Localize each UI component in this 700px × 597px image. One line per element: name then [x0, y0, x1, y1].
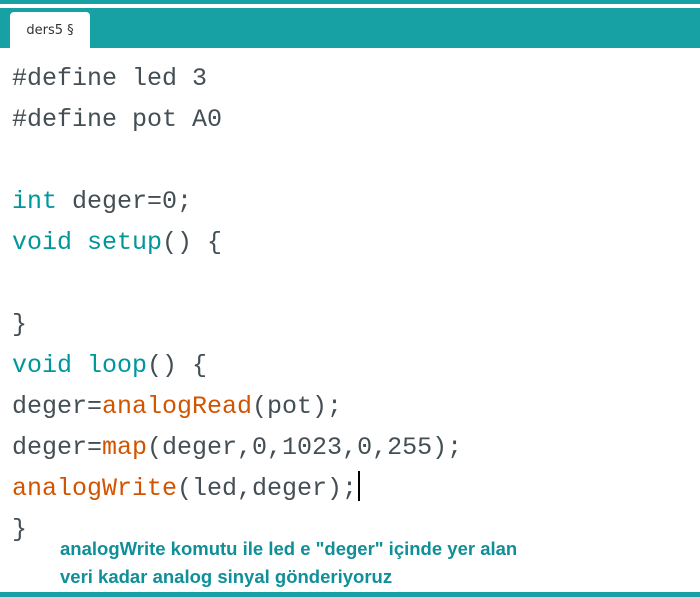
code-text: (led,deger); — [177, 474, 358, 503]
function-name: setup — [72, 228, 163, 257]
code-text: () { — [147, 351, 208, 380]
function-call: analogWrite — [12, 474, 178, 503]
function-name: loop — [72, 351, 148, 380]
bottom-rule — [0, 592, 700, 597]
tab-bar: ders5 § — [0, 8, 700, 48]
keyword: void — [12, 228, 73, 257]
code-block: #define led 3 #define pot A0 int deger=0; v… — [12, 58, 462, 550]
code-text: (pot); — [252, 392, 343, 421]
caption-line-2: veri kadar analog sinyal gönderiyoruz — [60, 566, 393, 587]
text-cursor — [358, 471, 361, 501]
tab-ders5[interactable]: ders5 § — [10, 12, 90, 48]
code-line-5: void setup() { — [12, 222, 462, 263]
top-rule — [0, 0, 700, 4]
code-line-2: #define pot A0 — [12, 99, 462, 140]
code-text: (deger,0,1023,0,255); — [147, 433, 463, 462]
code-text: #define pot A0 — [12, 105, 223, 134]
code-text: deger= — [12, 392, 103, 421]
code-line-1: #define led 3 — [12, 58, 462, 99]
code-text: #define led 3 — [12, 64, 208, 93]
keyword: int — [12, 187, 58, 216]
keyword: void — [12, 351, 73, 380]
caption-line-1: analogWrite komutu ile led e "deger" içi… — [60, 538, 518, 559]
code-line-9: deger=analogRead(pot); — [12, 386, 462, 427]
code-text: () { — [162, 228, 223, 257]
code-text: deger=0; — [57, 187, 193, 216]
code-editor[interactable]: #define led 3 #define pot A0 int deger=0; v… — [0, 48, 700, 592]
code-line-10: deger=map(deger,0,1023,0,255); — [12, 427, 462, 468]
code-line-8: void loop() { — [12, 345, 462, 386]
caption: analogWrite komutu ile led e "deger" içi… — [60, 535, 690, 591]
function-call: map — [102, 433, 148, 462]
function-call: analogRead — [102, 392, 253, 421]
code-text: } — [12, 515, 28, 544]
code-line-4: int deger=0; — [12, 181, 462, 222]
code-line-11: analogWrite(led,deger); — [12, 468, 462, 509]
code-text: } — [12, 310, 28, 339]
code-text: deger= — [12, 433, 103, 462]
code-line-7: } — [12, 304, 462, 345]
